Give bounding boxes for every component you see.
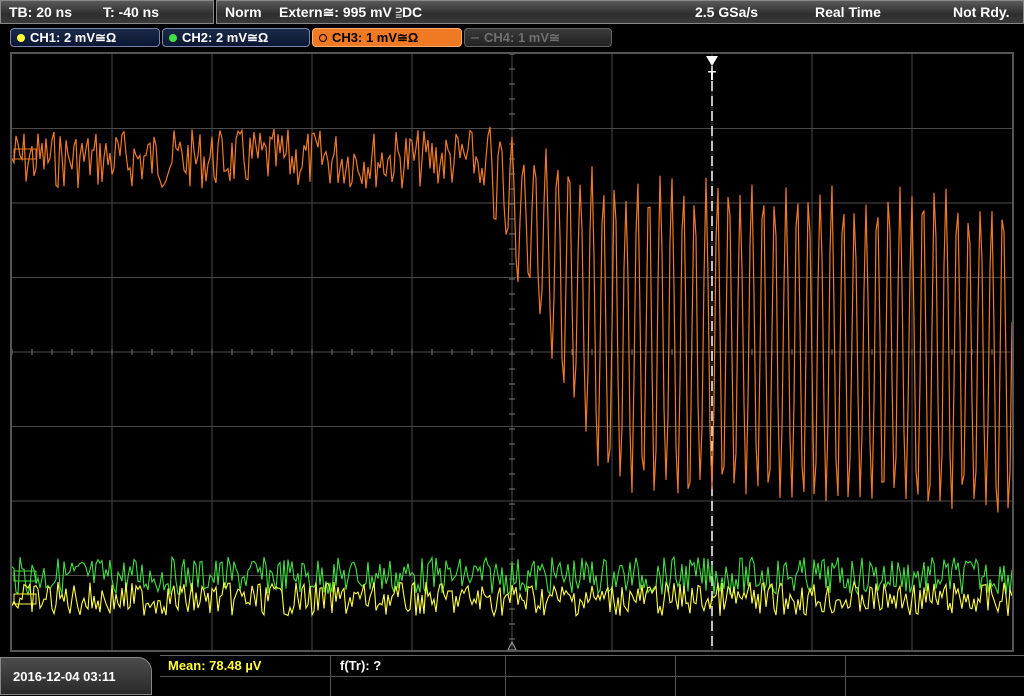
trigger-source-label[interactable]: Extern≅: 995 mV ⫆DC	[279, 4, 422, 21]
trigger-time-label[interactable]: T: -40 ns	[103, 4, 159, 20]
mean-measurement[interactable]: Mean: 78.48 µV	[168, 658, 261, 673]
ch4-button[interactable]: CH4: 1 mV≅	[464, 28, 612, 47]
ch2-button[interactable]: CH2: 2 mV≅Ω	[162, 28, 310, 47]
ch3-button[interactable]: CH3: 1 mV≅Ω	[312, 28, 462, 47]
datetime-box: 2016-12-04 03:11	[0, 657, 152, 695]
ch2-indicator-icon	[169, 34, 177, 42]
waveform-canvas: T	[11, 53, 1013, 651]
ch4-indicator-icon	[471, 37, 479, 39]
ch3-label: CH3: 1 mV≅Ω	[332, 30, 419, 45]
ch1-button[interactable]: CH1: 2 mV≅Ω	[10, 28, 160, 47]
ch1-indicator-icon	[17, 34, 25, 42]
rise-frequency-measurement[interactable]: f(Tr): ?	[340, 658, 381, 673]
ch1-label: CH1: 2 mV≅Ω	[30, 30, 117, 45]
trigger-marker-icon	[706, 56, 718, 66]
run-state-label: Not Rdy.	[953, 4, 1010, 20]
timebase-label[interactable]: TB: 20 ns	[9, 4, 72, 20]
trigger-marker-label: T	[708, 68, 716, 83]
ch2-label: CH2: 2 mV≅Ω	[182, 30, 269, 45]
waveform-display[interactable]: T	[10, 52, 1014, 652]
sample-rate-label: 2.5 GSa/s	[695, 4, 759, 20]
ch3-indicator-icon	[319, 34, 327, 42]
acquisition-mode-label[interactable]: Real Time	[815, 4, 881, 20]
datetime-label: 2016-12-04 03:11	[13, 669, 116, 684]
trigger-mode-label[interactable]: Norm	[225, 4, 262, 20]
measurement-panel: Mean: 78.48 µV f(Tr): ?	[160, 655, 1024, 696]
status-bar-right: Norm Extern≅: 995 mV ⫆DC 2.5 GSa/s Real …	[216, 0, 1024, 24]
channel-bar: CH1: 2 mV≅Ω CH2: 2 mV≅Ω CH3: 1 mV≅Ω CH4:…	[0, 26, 1024, 48]
status-bar-left: TB: 20 ns T: -40 ns	[0, 0, 214, 24]
ch4-label: CH4: 1 mV≅	[484, 30, 560, 45]
